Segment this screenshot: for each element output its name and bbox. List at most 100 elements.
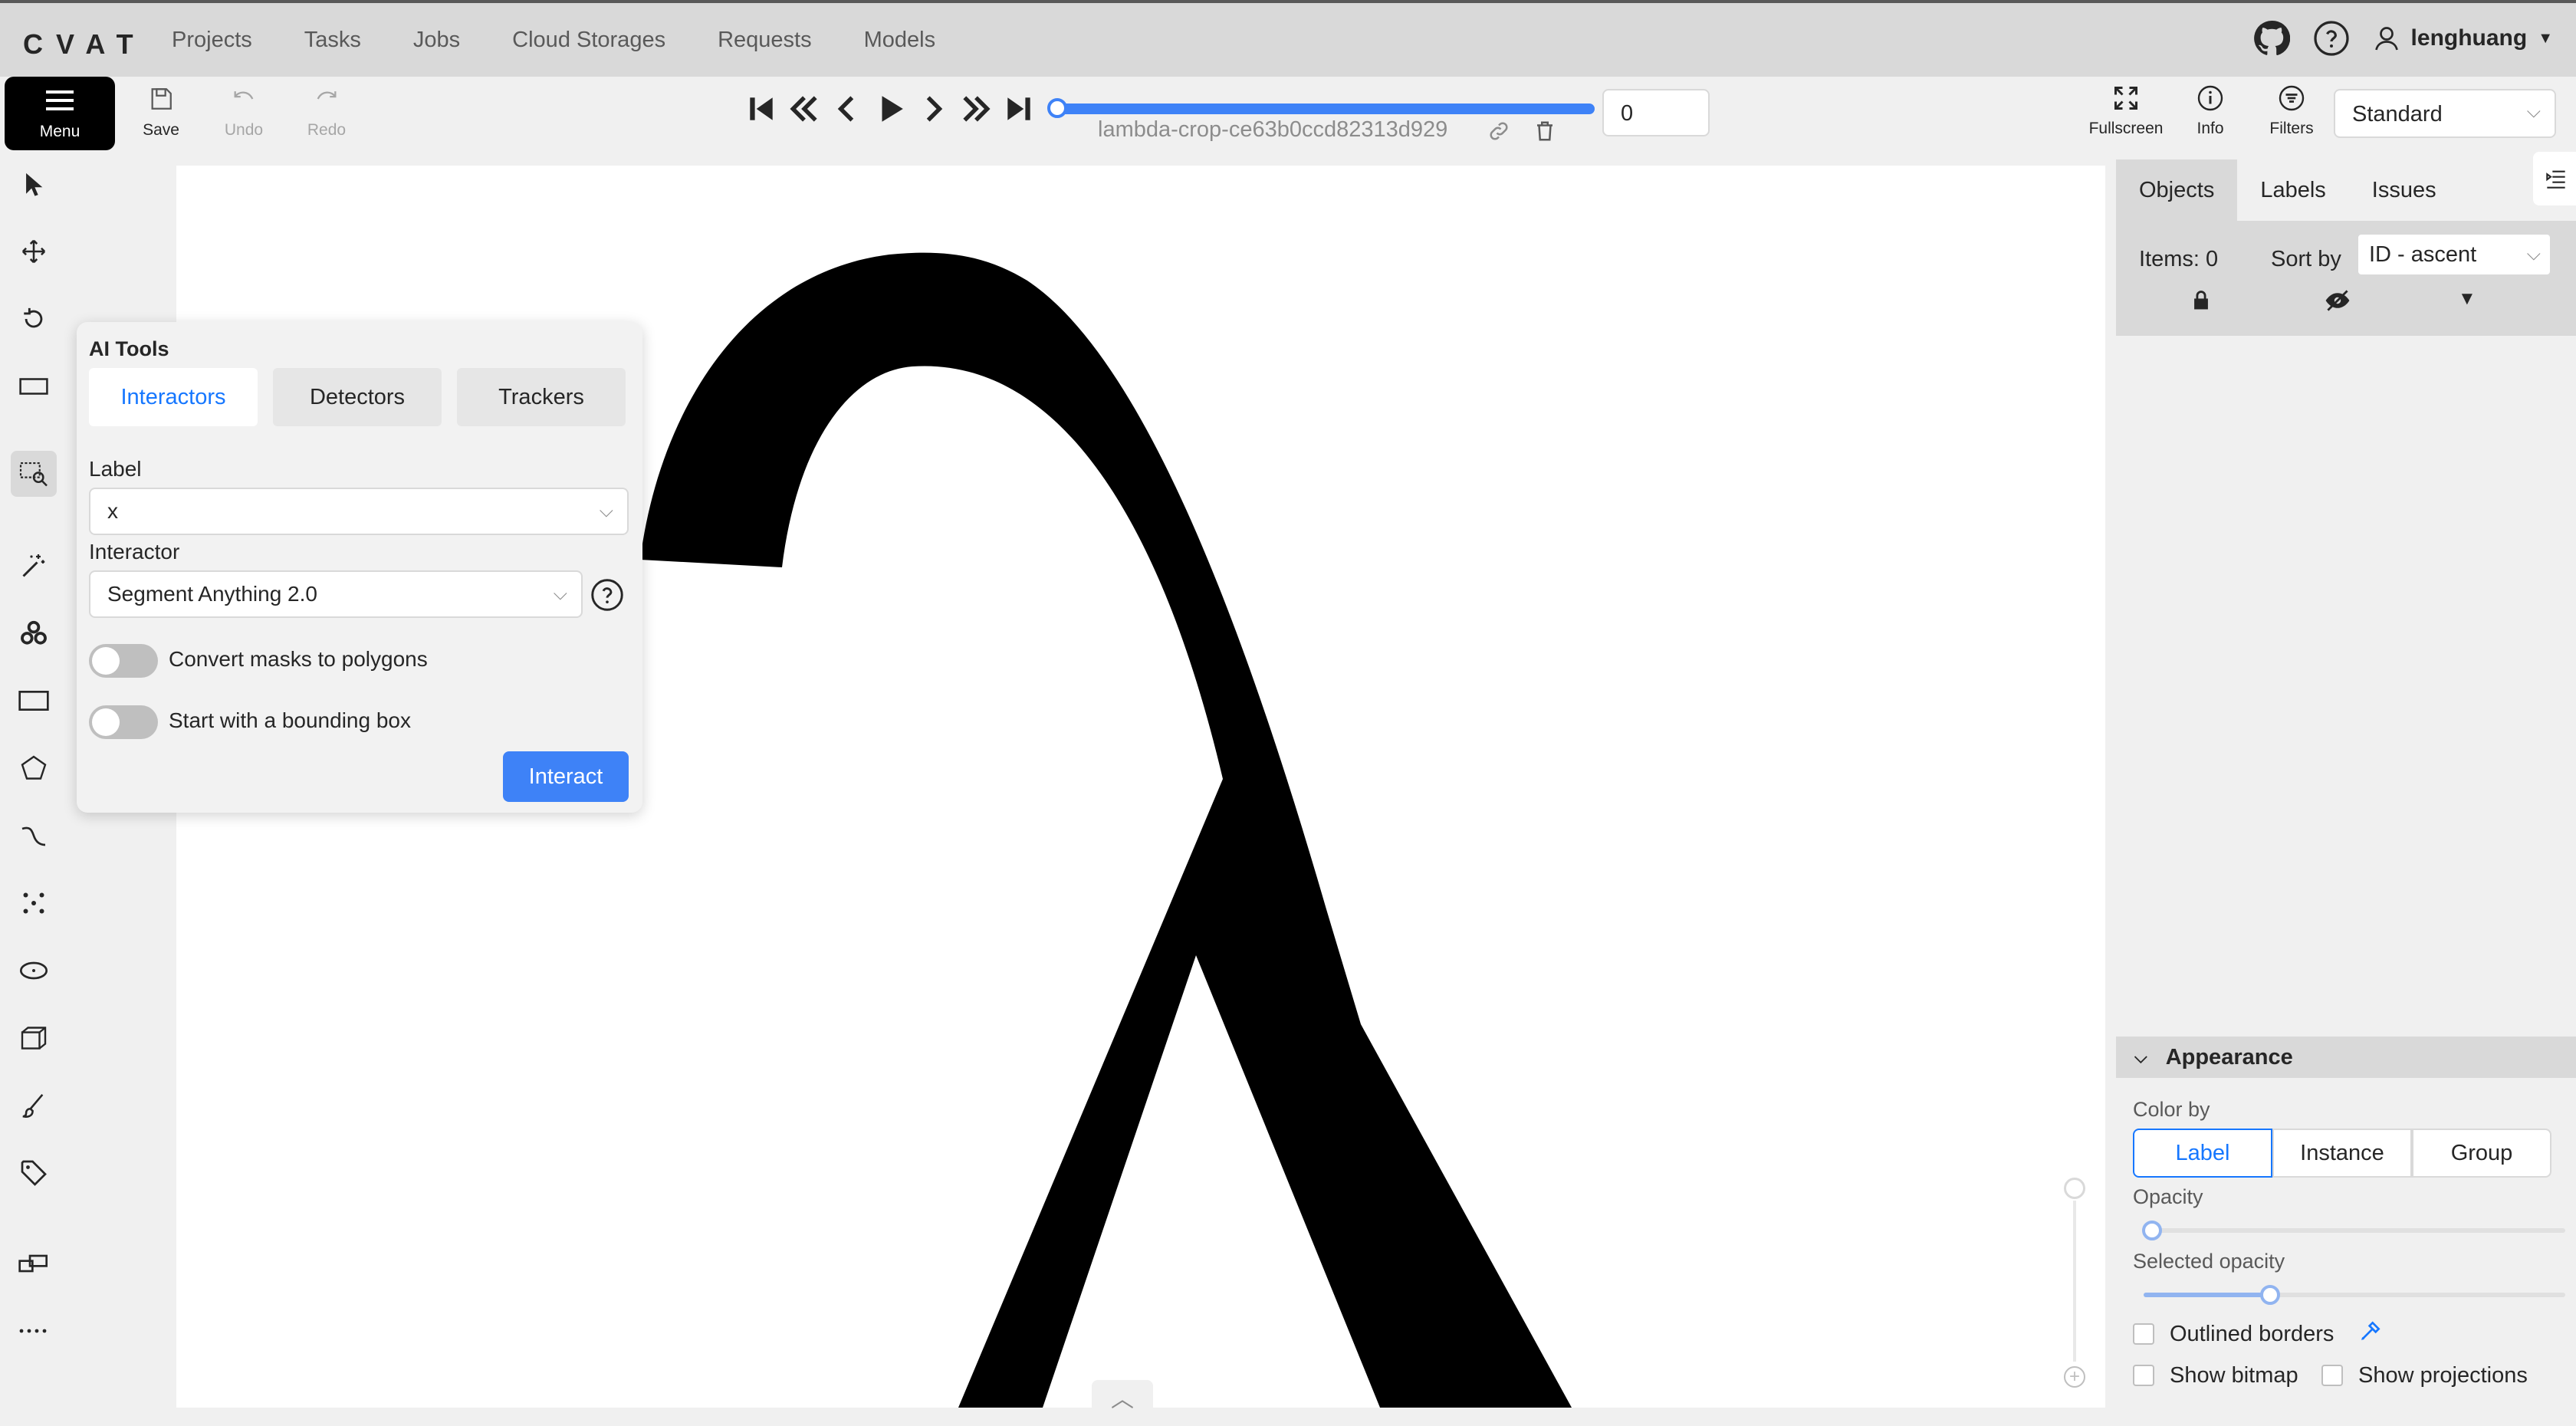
selected-opacity-slider-fill — [2144, 1293, 2270, 1297]
chevron-down-icon: ⌵ — [599, 501, 613, 521]
frame-number-input[interactable]: 0 — [1602, 89, 1710, 136]
menu-button[interactable]: Menu — [5, 77, 115, 150]
fast-forward-icon[interactable] — [960, 92, 992, 126]
rotate-icon[interactable] — [11, 296, 57, 342]
tab-labels[interactable]: Labels — [2237, 159, 2348, 221]
tab-trackers[interactable]: Trackers — [457, 368, 626, 426]
caret-down-icon: ▼ — [2538, 29, 2553, 47]
ai-tools-icon[interactable] — [11, 610, 57, 656]
move-icon[interactable] — [11, 228, 57, 274]
bounding-box-label: Start with a bounding box — [169, 708, 411, 732]
cvat-logo[interactable]: CVAT — [23, 28, 146, 61]
interactor-caption: Interactor — [89, 540, 180, 564]
label-caption: Label — [89, 457, 142, 481]
workspace-value: Standard — [2352, 102, 2443, 127]
tab-issues[interactable]: Issues — [2349, 159, 2459, 221]
convert-masks-toggle[interactable] — [89, 644, 158, 678]
brush-icon[interactable] — [11, 1083, 57, 1129]
nav-jobs[interactable]: Jobs — [387, 23, 486, 57]
caret-down-icon[interactable]: ▼ — [2458, 288, 2476, 310]
appearance-header[interactable]: ⌵ Appearance — [2116, 1037, 2576, 1078]
save-label: Save — [143, 121, 179, 139]
redo-button[interactable]: Redo — [296, 86, 357, 140]
interactor-select[interactable]: Segment Anything 2.0 ⌵ — [89, 570, 583, 618]
last-frame-icon[interactable] — [1003, 92, 1035, 126]
github-icon[interactable] — [2253, 20, 2290, 57]
merge-icon[interactable] — [11, 1240, 57, 1286]
expand-panel-handle[interactable]: ︿ — [1092, 1380, 1153, 1412]
frame-filename: lambda-crop-ce63b0ccd82313d929 — [1098, 117, 1448, 142]
tab-objects[interactable]: Objects — [2116, 159, 2238, 221]
frame-slider-handle[interactable] — [1047, 98, 1067, 118]
interact-button[interactable]: Interact — [503, 751, 629, 802]
more-tools-icon[interactable] — [11, 1308, 57, 1354]
workspace-select[interactable]: Standard ⌵ — [2334, 89, 2556, 138]
opacity-slider-handle[interactable] — [2142, 1221, 2162, 1240]
username: lenghuang — [2410, 25, 2528, 51]
selected-opacity-slider[interactable] — [2144, 1285, 2565, 1305]
zoom-region-icon[interactable] — [11, 451, 57, 497]
outlined-borders-checkbox[interactable] — [2133, 1323, 2154, 1345]
color-by-group-option[interactable]: Group — [2412, 1129, 2551, 1178]
tab-interactors[interactable]: Interactors — [89, 368, 258, 426]
sort-select[interactable]: ID - ascent ⌵ — [2357, 233, 2551, 276]
nav-cloud-storages[interactable]: Cloud Storages — [486, 23, 692, 57]
color-by-instance-option[interactable]: Instance — [2272, 1129, 2412, 1178]
ai-tools-tabs: Interactors Detectors Trackers — [89, 368, 626, 426]
first-frame-icon[interactable] — [745, 92, 777, 126]
menu-label: Menu — [39, 123, 80, 140]
cursor-icon[interactable] — [11, 161, 57, 207]
interactor-help-icon[interactable] — [590, 578, 624, 612]
lock-icon[interactable] — [2191, 290, 2211, 311]
show-projections-checkbox[interactable] — [2321, 1365, 2343, 1386]
undo-button[interactable]: Undo — [213, 86, 274, 140]
save-button[interactable]: Save — [130, 86, 192, 140]
delete-frame-icon[interactable] — [1533, 120, 1556, 143]
label-select[interactable]: x ⌵ — [89, 488, 629, 535]
outlined-borders-label: Outlined borders — [2170, 1322, 2334, 1346]
fast-backward-icon[interactable] — [788, 92, 820, 126]
show-bitmap-checkbox[interactable] — [2133, 1365, 2154, 1386]
ellipse-icon[interactable] — [11, 948, 57, 994]
tab-detectors[interactable]: Detectors — [273, 368, 442, 426]
previous-frame-icon[interactable] — [831, 92, 863, 126]
save-icon — [151, 88, 172, 110]
polyline-icon[interactable] — [11, 813, 57, 859]
appearance-panel: ⌵ Appearance Color by Label Instance Gro… — [2116, 1037, 2576, 1426]
color-by-label-option[interactable]: Label — [2133, 1129, 2272, 1178]
magic-wand-icon[interactable] — [11, 543, 57, 589]
rectangle-icon[interactable] — [11, 678, 57, 724]
redo-label: Redo — [307, 121, 347, 139]
polygon-icon[interactable] — [11, 745, 57, 791]
info-button[interactable]: Info — [2168, 84, 2252, 138]
fit-image-icon[interactable] — [11, 363, 57, 409]
frame-slider[interactable] — [1050, 104, 1595, 114]
nav-models[interactable]: Models — [838, 23, 962, 57]
zoom-slider-handle[interactable] — [2064, 1178, 2085, 1199]
filter-icon — [2279, 85, 2305, 111]
filters-button[interactable]: Filters — [2249, 84, 2334, 138]
help-icon[interactable] — [2313, 20, 2350, 57]
opacity-slider[interactable] — [2142, 1221, 2565, 1240]
selected-opacity-slider-handle[interactable] — [2260, 1285, 2280, 1305]
bounding-box-toggle[interactable] — [89, 705, 158, 739]
points-icon[interactable] — [11, 880, 57, 926]
nav-tasks[interactable]: Tasks — [278, 23, 387, 57]
fullscreen-button[interactable]: Fullscreen — [2084, 84, 2168, 138]
nav-projects[interactable]: Projects — [146, 23, 278, 57]
cuboid-icon[interactable] — [11, 1015, 57, 1061]
interactor-value: Segment Anything 2.0 — [107, 582, 317, 606]
eye-invisible-icon[interactable] — [2325, 290, 2351, 311]
link-icon[interactable] — [1487, 120, 1510, 143]
tag-icon[interactable] — [11, 1150, 57, 1196]
canvas-zoom-slider[interactable]: + — [2064, 1178, 2085, 1388]
zoom-slider-track — [2073, 1201, 2076, 1362]
player-controls — [745, 92, 1035, 126]
color-picker-icon[interactable] — [2358, 1319, 2383, 1343]
next-frame-icon[interactable] — [917, 92, 949, 126]
collapse-sidebar-button[interactable] — [2533, 152, 2576, 205]
nav-requests[interactable]: Requests — [692, 23, 838, 57]
user-menu[interactable]: lenghuang ▼ — [2373, 25, 2553, 52]
zoom-in-icon[interactable]: + — [2064, 1366, 2085, 1388]
play-icon[interactable] — [874, 92, 906, 126]
